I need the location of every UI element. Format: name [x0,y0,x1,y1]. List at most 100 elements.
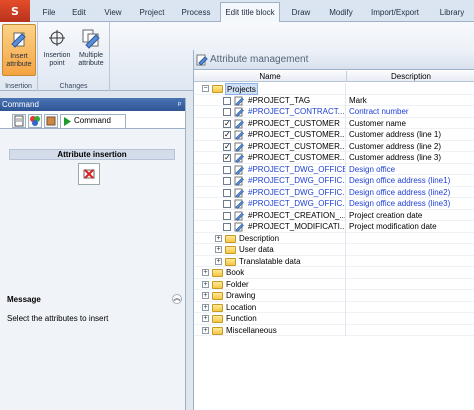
attribute-description [347,244,474,256]
tab-edit[interactable]: Edit [66,3,92,22]
tab-edit-title-block[interactable]: Edit title block [220,2,280,23]
insert-attribute-label: Insert attribute [6,53,32,68]
attribute-checkbox[interactable] [223,188,231,197]
attribute-icon [234,142,244,152]
pin-icon[interactable]: ᵖ [178,98,181,111]
tree-attribute-row[interactable]: ✓ #PROJECT_CUSTOMER Customer name [194,117,474,129]
tree-name-cell: #PROJECT_TAG [194,94,346,106]
tab-modify[interactable]: Modify [322,3,360,22]
tab-process[interactable]: Process [176,3,216,22]
tree-item-label: Function [226,314,257,323]
tree-attribute-row[interactable]: ✓ #PROJECT_CUSTOMER... Customer address (l… [194,152,474,164]
attribute-management-title: Attribute management [210,54,309,65]
expand-icon[interactable]: + [202,292,209,299]
tab-view[interactable]: View [98,3,128,22]
collapse-icon[interactable]: ︽ [172,294,182,304]
tree-folder-row[interactable]: + User data [194,244,474,256]
attribute-checkbox[interactable] [223,177,231,185]
collapse-icon[interactable]: − [202,85,209,92]
tree-attribute-row[interactable]: #PROJECT_CREATION_... Project creation da… [194,209,474,221]
attribute-description [347,302,474,314]
attribute-checkbox[interactable] [223,108,231,116]
tab-import-export[interactable]: Import/Export [366,3,424,22]
tab-layers[interactable] [44,114,58,128]
changes-group: Insertion point Multiple attribute Chang… [38,22,110,91]
attribute-description: Design office address (line1) [349,176,451,185]
attribute-name: #PROJECT_CUSTOMER... [248,153,346,162]
attribute-name: #PROJECT_DWG_OFFICE [248,164,346,174]
tree-folder-row[interactable]: + Miscellaneous [194,324,474,336]
expand-icon[interactable]: + [215,257,222,265]
tree-folder-row[interactable]: + Location [194,301,474,314]
command-tabs: Command [0,111,185,129]
tree-attribute-row[interactable]: ✓ #PROJECT_CUSTOMER... Customer address (l… [194,140,474,152]
attribute-checkbox[interactable] [223,223,231,231]
tree-folder-row[interactable]: + Drawing [194,290,474,302]
tree-folder-row[interactable]: + Book [194,267,474,279]
attribute-management-header: Attribute management [194,50,474,70]
attribute-checkbox[interactable]: ✓ [223,131,231,139]
tree-attribute-row[interactable]: ✓ #PROJECT_CUSTOMER... Customer address (l… [194,129,474,141]
tree-name-cell: − Projects [194,83,346,95]
attribute-checkbox[interactable]: ✓ [223,154,231,162]
tab-project[interactable]: Project [134,3,170,22]
attribute-icon [234,96,244,106]
tab-command[interactable]: Command [60,114,126,128]
tree-item-label: Projects [225,83,258,95]
attribute-checkbox[interactable] [223,96,231,105]
attribute-management-icon [196,54,208,66]
tree-name-cell: + Folder [194,278,346,290]
expand-icon[interactable]: + [202,269,209,276]
expand-icon[interactable]: + [202,326,209,334]
tree-folder-row[interactable]: + Function [194,313,474,325]
tree-item-label: Translatable data [239,256,301,266]
tab-library[interactable]: Library [432,3,472,22]
tree-name-cell: #PROJECT_DWG_OFFICE [194,163,346,175]
attribute-description: Design office address (line3) [349,199,451,208]
command-panel-title: Command [2,100,39,109]
attribute-checkbox[interactable]: ✓ [223,142,231,151]
insertion-group-title: Insertion [5,83,32,90]
cancel-icon [83,169,95,179]
tree-folder-row[interactable]: + Translatable data [194,255,474,268]
multiple-attribute-button[interactable]: Multiple attribute [74,24,108,76]
attribute-checkbox[interactable] [223,200,231,208]
folder-icon [212,280,223,289]
app-logo[interactable]: S [0,0,30,22]
folder-icon [212,303,223,312]
tree-attribute-row[interactable]: #PROJECT_TAG Mark [194,94,474,106]
folder-icon [212,269,223,277]
tree-attribute-row[interactable]: #PROJECT_MODIFICATI... Project modificati… [194,221,474,233]
tab-draw[interactable]: Draw [286,3,316,22]
tree-name-cell: + Translatable data [194,255,346,267]
tree-attribute-row[interactable]: #PROJECT_DWG_OFFIC... Design office addre… [194,186,474,198]
tree-attribute-row[interactable]: #PROJECT_DWG_OFFIC... Design office addre… [194,198,474,210]
tab-properties[interactable] [12,114,26,128]
attribute-description [347,290,474,302]
insertion-point-button[interactable]: Insertion point [40,24,74,76]
expand-icon[interactable]: + [215,246,222,253]
tab-file[interactable]: File [36,3,62,22]
tree-attribute-row[interactable]: #PROJECT_DWG_OFFIC... Design office addre… [194,175,474,187]
attribute-icon [234,222,244,232]
cancel-insertion-button[interactable] [78,163,100,185]
insert-attribute-button[interactable]: Insert attribute [2,24,36,76]
expand-icon[interactable]: + [202,315,209,322]
attribute-checkbox[interactable] [223,165,231,174]
expand-icon[interactable]: + [202,303,209,311]
tree-folder-row[interactable]: + Description [194,232,474,244]
attribute-icon [234,211,244,221]
attribute-checkbox[interactable] [223,211,231,220]
tree-attribute-row[interactable]: #PROJECT_DWG_OFFICE Design office [194,163,474,175]
expand-icon[interactable]: + [202,280,209,288]
tab-palette[interactable] [28,114,42,128]
expand-icon[interactable]: + [215,234,222,242]
attribute-checkbox[interactable]: ✓ [223,119,231,128]
tree-name-cell: #PROJECT_DWG_OFFIC... [194,186,346,198]
tree-attribute-row[interactable]: #PROJECT_CONTRACT... Contract number [194,106,474,118]
tree-folder-row[interactable]: + Folder [194,278,474,290]
column-name-header[interactable]: Name [194,71,347,82]
column-description-header[interactable]: Description [347,71,474,82]
attribute-description [347,256,474,268]
tree-folder-row[interactable]: − Projects [194,83,474,95]
